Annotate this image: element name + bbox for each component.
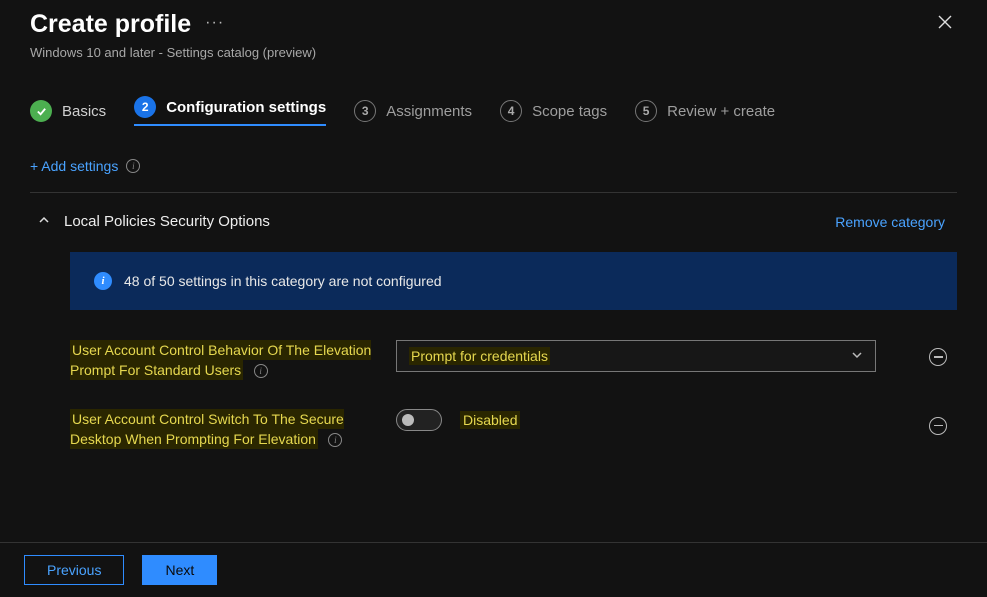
more-menu-icon[interactable]: ··· (205, 14, 224, 36)
step-configuration-settings[interactable]: 2 Configuration settings (134, 96, 326, 126)
info-icon: i (94, 272, 112, 290)
step-number-icon: 5 (635, 100, 657, 122)
previous-button[interactable]: Previous (24, 555, 124, 585)
step-review-create[interactable]: 5 Review + create (635, 100, 775, 122)
setting-label: User Account Control Behavior Of The Ele… (70, 340, 371, 380)
chevron-up-icon[interactable] (38, 214, 50, 229)
banner-text: 48 of 50 settings in this category are n… (124, 273, 442, 289)
next-button[interactable]: Next (142, 555, 217, 585)
step-label: Review + create (667, 103, 775, 120)
setting-row: User Account Control Behavior Of The Ele… (30, 334, 957, 403)
setting-toggle[interactable] (396, 409, 442, 431)
step-number-icon: 3 (354, 100, 376, 122)
setting-row: User Account Control Switch To The Secur… (30, 403, 957, 472)
dropdown-value: Prompt for credentials (409, 347, 550, 365)
check-icon (30, 100, 52, 122)
category-title: Local Policies Security Options (64, 213, 270, 230)
step-label: Basics (62, 103, 106, 120)
step-assignments[interactable]: 3 Assignments (354, 100, 472, 122)
page-subtitle: Windows 10 and later - Settings catalog … (30, 45, 316, 60)
remove-setting-icon[interactable] (929, 417, 947, 435)
wizard-steps: Basics 2 Configuration settings 3 Assign… (0, 66, 987, 136)
step-scope-tags[interactable]: 4 Scope tags (500, 100, 607, 122)
step-label: Assignments (386, 103, 472, 120)
step-number-icon: 4 (500, 100, 522, 122)
info-icon[interactable]: i (126, 159, 140, 173)
setting-dropdown[interactable]: Prompt for credentials (396, 340, 876, 372)
close-icon[interactable] (933, 10, 957, 39)
step-label: Scope tags (532, 103, 607, 120)
remove-setting-icon[interactable] (929, 348, 947, 366)
info-icon[interactable]: i (328, 433, 342, 447)
info-banner: i 48 of 50 settings in this category are… (70, 252, 957, 310)
add-settings-link[interactable]: + Add settings (30, 158, 118, 174)
step-number-icon: 2 (134, 96, 156, 118)
toggle-knob (402, 414, 414, 426)
step-basics[interactable]: Basics (30, 100, 106, 122)
chevron-down-icon (851, 349, 863, 364)
footer: Previous Next (0, 542, 987, 597)
info-icon[interactable]: i (254, 364, 268, 378)
step-label: Configuration settings (166, 99, 326, 116)
remove-category-link[interactable]: Remove category (835, 214, 945, 230)
page-title: Create profile (30, 10, 191, 39)
setting-label: User Account Control Switch To The Secur… (70, 409, 344, 449)
toggle-state-label: Disabled (460, 411, 520, 429)
